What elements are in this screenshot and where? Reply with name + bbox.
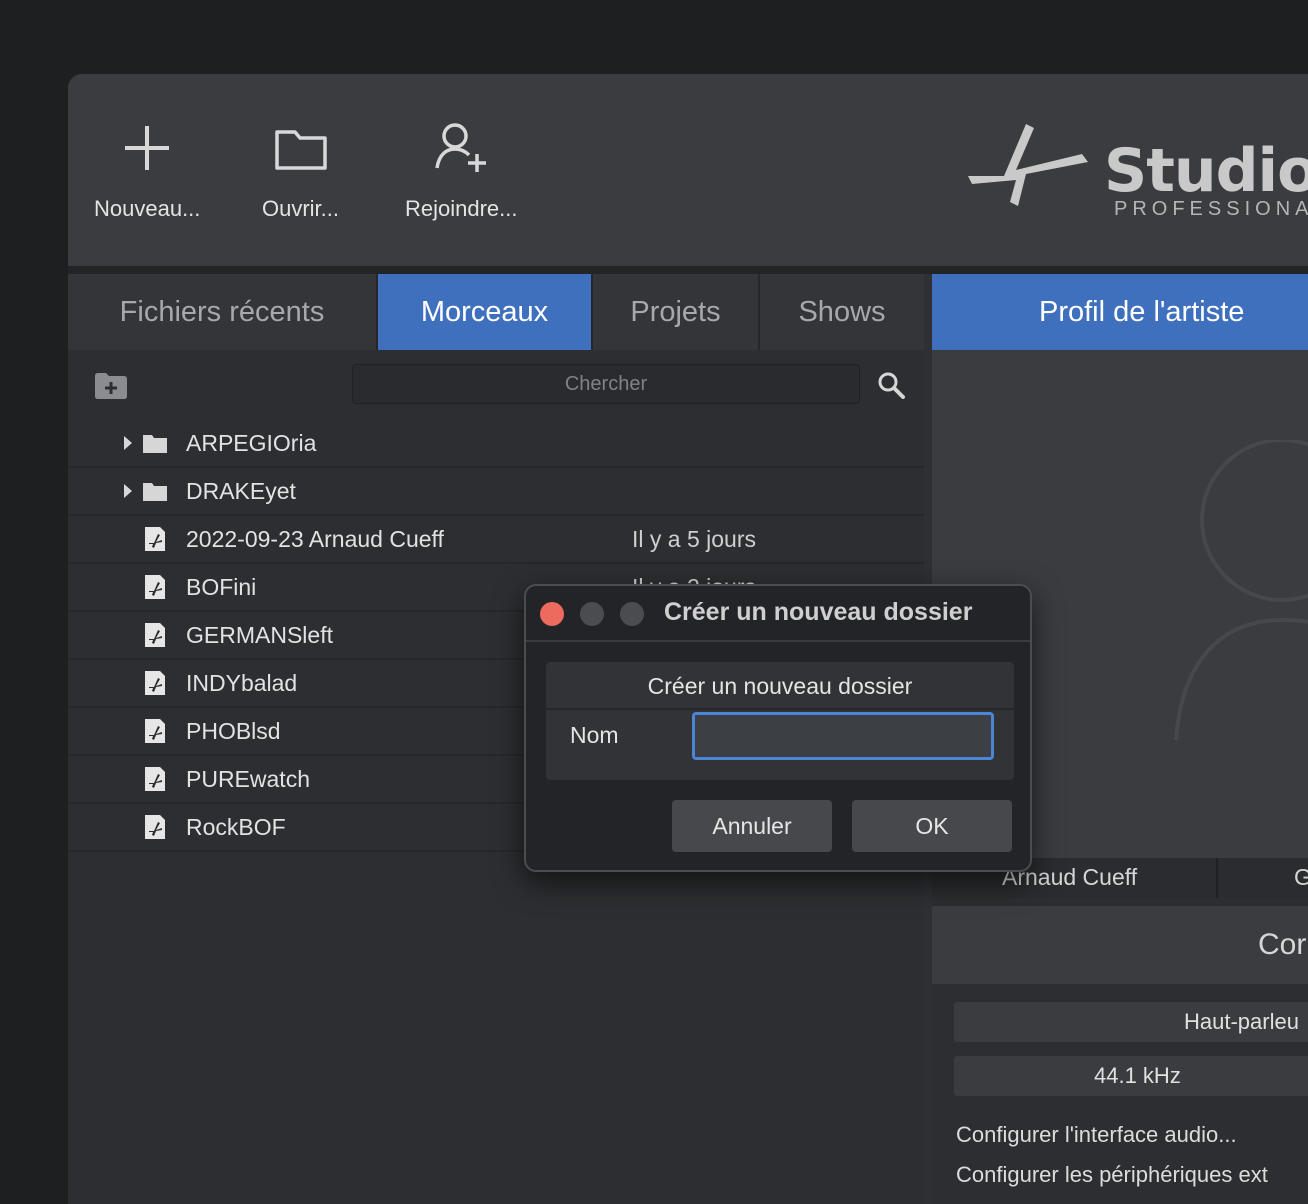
- expand-arrow-icon[interactable]: [122, 434, 134, 452]
- configure-audio-link[interactable]: Configurer l'interface audio...: [956, 1122, 1237, 1148]
- logo-subtitle: PROFESSIONA: [1114, 198, 1308, 220]
- file-name: GERMANSleft: [186, 622, 333, 648]
- studio-one-logo: Studio PROFESSIONA: [964, 118, 1308, 228]
- tab-recent-files[interactable]: Fichiers récents: [68, 274, 378, 350]
- file-name: BOFini: [186, 574, 257, 600]
- dialog-form: Créer un nouveau dossier Nom: [546, 662, 1014, 780]
- song-file-icon: [145, 767, 165, 791]
- file-name: RockBOF: [186, 814, 286, 840]
- top-toolbar: Nouveau... Ouvrir... Rejoindre... Studio…: [68, 74, 1308, 266]
- add-user-icon: [435, 123, 487, 172]
- list-item[interactable]: 2022-09-23 Arnaud Cueff Il y a 5 jours: [68, 516, 924, 564]
- search-icon[interactable]: [876, 370, 906, 400]
- configure-external-link[interactable]: Configurer les périphériques ext: [956, 1162, 1268, 1188]
- folder-icon: [143, 483, 167, 501]
- artist-secondary[interactable]: G: [1294, 864, 1308, 891]
- folder-icon: [274, 130, 327, 170]
- song-file-icon: [145, 527, 165, 551]
- dialog-form-title: Créer un nouveau dossier: [546, 662, 1014, 710]
- tab-shows[interactable]: Shows: [760, 274, 924, 350]
- file-name: DRAKEyet: [186, 478, 296, 504]
- plus-icon: [125, 126, 170, 170]
- join-button[interactable]: Rejoindre...: [405, 116, 518, 222]
- open-button[interactable]: Ouvrir...: [262, 116, 339, 222]
- list-item[interactable]: DRAKEyet: [68, 468, 924, 516]
- configuration-title: Cor: [1258, 928, 1307, 961]
- expand-arrow-icon[interactable]: [122, 482, 134, 500]
- song-file-icon: [145, 719, 165, 743]
- new-folder-icon[interactable]: [94, 372, 128, 400]
- file-name: ARPEGIOria: [186, 430, 317, 456]
- sample-rate-select[interactable]: 44.1 kHz: [954, 1056, 1308, 1096]
- new-button-label: Nouveau...: [94, 196, 201, 221]
- name-label: Nom: [570, 722, 619, 748]
- file-toolbar: Chercher: [68, 350, 924, 420]
- minimize-button[interactable]: [580, 602, 604, 626]
- list-item[interactable]: ARPEGIOria: [68, 420, 924, 468]
- tab-songs[interactable]: Morceaux: [378, 274, 593, 350]
- file-name: PHOBlsd: [186, 718, 281, 744]
- configuration-header: Cor: [932, 906, 1308, 984]
- divider: [1216, 858, 1218, 898]
- logo-name: Studio: [1104, 136, 1308, 206]
- logo-mark-icon: [968, 124, 1088, 206]
- file-name: PUREwatch: [186, 766, 310, 792]
- folder-name-input[interactable]: [692, 712, 994, 760]
- song-file-icon: [145, 575, 165, 599]
- open-button-label: Ouvrir...: [262, 196, 340, 221]
- folder-icon: [143, 435, 167, 453]
- dialog-title: Créer un nouveau dossier: [664, 598, 973, 626]
- song-file-icon: [145, 815, 165, 839]
- tab-artist-profile[interactable]: Profil de l'artiste: [932, 274, 1308, 350]
- toolbar-divider: [68, 266, 1308, 274]
- file-name: INDYbalad: [186, 670, 298, 696]
- file-date: Il y a 5 jours: [632, 526, 756, 552]
- audio-device-select[interactable]: Haut-parleu: [954, 1002, 1308, 1042]
- cancel-button[interactable]: Annuler: [672, 800, 832, 852]
- zoom-button[interactable]: [620, 602, 644, 626]
- new-button[interactable]: Nouveau...: [94, 116, 200, 222]
- new-folder-dialog: Créer un nouveau dossier Créer un nouvea…: [524, 584, 1032, 872]
- dialog-titlebar: Créer un nouveau dossier: [526, 586, 1030, 642]
- file-name: 2022-09-23 Arnaud Cueff: [186, 526, 444, 552]
- close-button[interactable]: [540, 602, 564, 626]
- search-input[interactable]: Chercher: [352, 364, 860, 404]
- song-file-icon: [145, 623, 165, 647]
- user-silhouette-icon: [1174, 440, 1308, 741]
- join-button-label: Rejoindre...: [405, 196, 518, 221]
- song-file-icon: [145, 671, 165, 695]
- tab-projects[interactable]: Projets: [593, 274, 760, 350]
- browser-tabs: Fichiers récents Morceaux Projets Shows: [68, 274, 924, 350]
- ok-button[interactable]: OK: [852, 800, 1012, 852]
